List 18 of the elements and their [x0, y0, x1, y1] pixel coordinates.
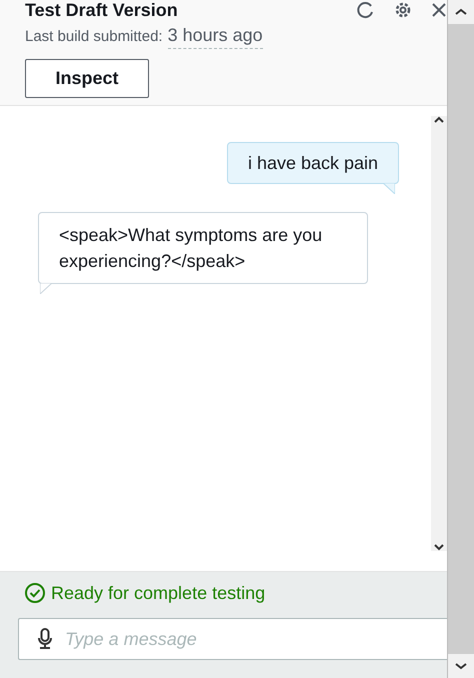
bubble-tail-icon	[40, 283, 52, 294]
status-text: Ready for complete testing	[51, 582, 266, 604]
chevron-up-icon[interactable]	[434, 116, 444, 124]
panel-title: Test Draft Version	[25, 0, 178, 20]
build-time[interactable]: 3 hours ago	[168, 25, 263, 49]
build-label: Last build submitted:	[25, 28, 163, 45]
refresh-icon[interactable]	[355, 0, 376, 20]
bubble-tail-icon	[383, 183, 396, 194]
close-icon[interactable]	[431, 2, 448, 18]
inspect-button[interactable]: Inspect	[25, 59, 149, 98]
chevron-down-icon[interactable]	[434, 543, 444, 551]
microphone-icon[interactable]	[37, 628, 53, 650]
scrollbar[interactable]	[447, 0, 474, 678]
message-input[interactable]: Type a message	[63, 628, 448, 650]
chevron-up-icon[interactable]	[455, 8, 468, 16]
message-field[interactable]: Type a message	[18, 618, 448, 660]
scrollbar[interactable]	[431, 116, 448, 551]
chevron-down-icon[interactable]	[455, 662, 468, 670]
